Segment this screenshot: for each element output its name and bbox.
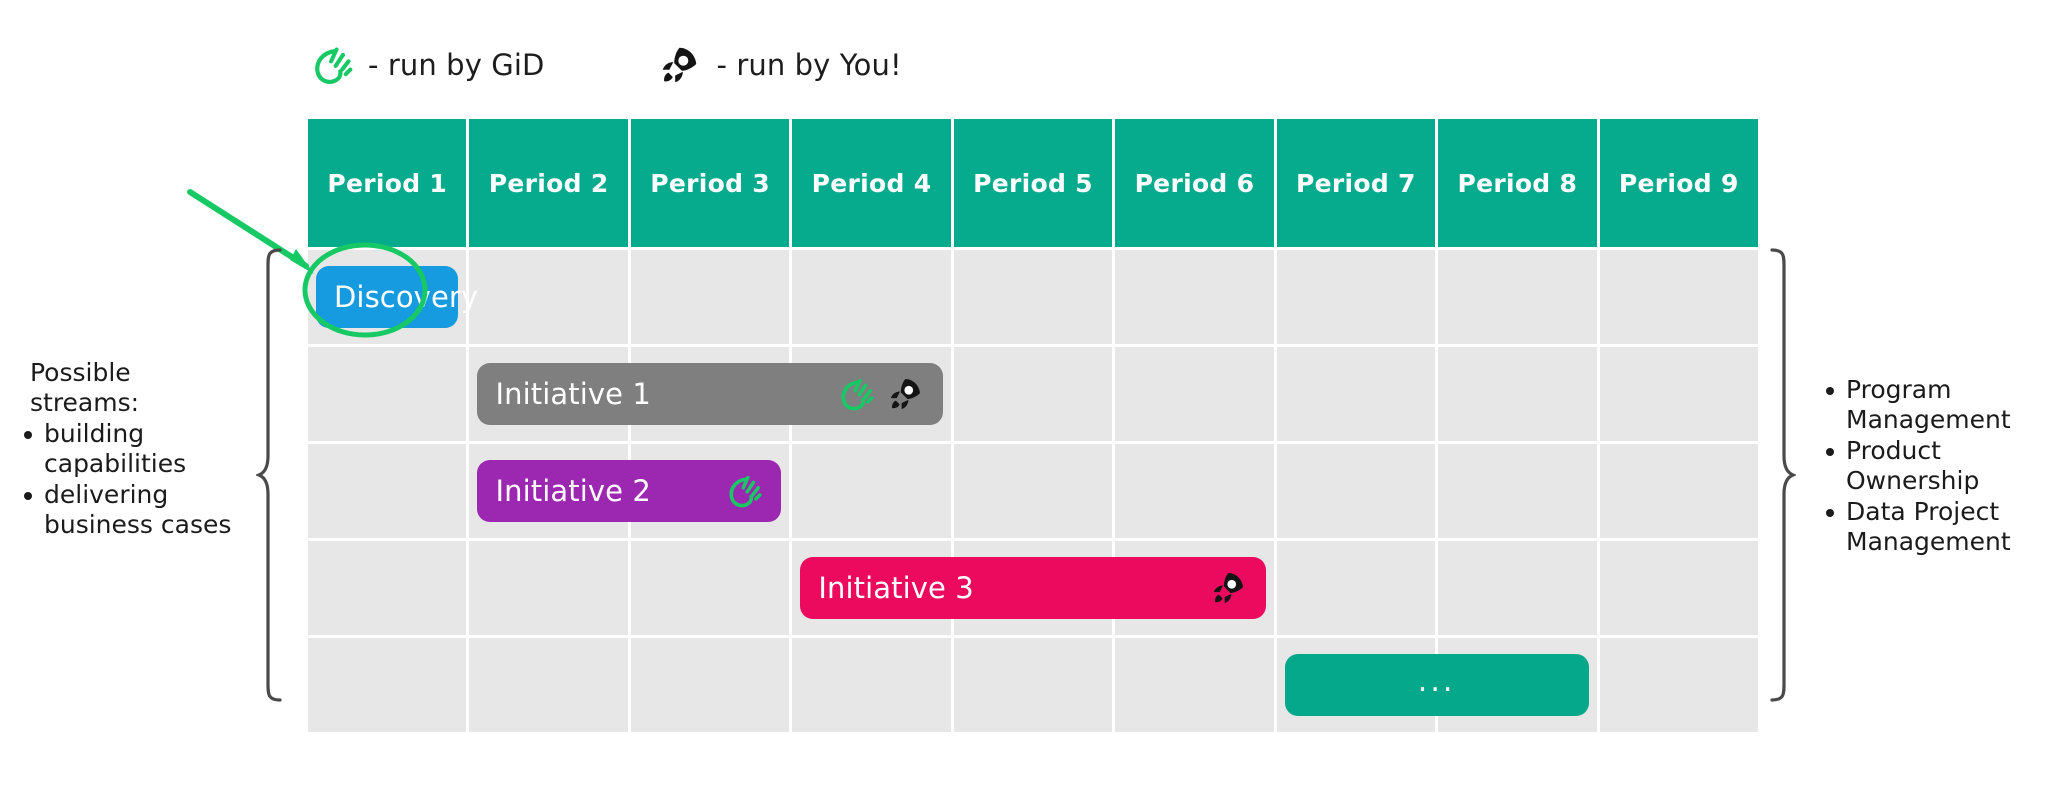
gid-swoosh-icon [725,472,763,510]
period-header-cell: Period 2 [469,119,628,247]
roadmap-body-grid: Discovery Initiative 1 Initiative 2 Initiat… [308,250,1758,732]
initiative-bar[interactable]: Initiative 2 [477,460,782,522]
gid-swoosh-icon [837,375,875,413]
roadmap-cell [469,638,628,732]
legend-item-gid: - run by GiD [310,43,544,87]
period-header-cell: Period 4 [792,119,951,247]
possible-streams-title: Possible streams: [30,358,140,417]
capabilities-note: Program Management Product Ownership Dat… [1820,375,2044,558]
initiative-bar[interactable]: Discovery [316,266,478,328]
period-header-cell: Period 9 [1599,119,1758,247]
roadmap-cell [1438,347,1597,441]
initiative-bar[interactable]: Initiative 1 [477,363,943,425]
roadmap-cell [630,250,790,344]
initiative-bar-label: Discovery [334,280,479,314]
period-header-row: Period 1 Period 2 Period 3 Period 4 Peri… [308,119,1758,247]
roadmap-cell [1599,638,1758,732]
initiative-bar-icons [725,472,781,510]
roadmap-cell [1599,347,1758,441]
roadmap-cell [1276,347,1436,441]
roadmap-cell [308,638,467,732]
roadmap-cell [1276,250,1436,344]
legend-label-you: - run by You! [716,48,902,82]
roadmap-table: Period 1 Period 2 Period 3 Period 4 Peri… [308,119,1758,732]
roadmap-cell [630,638,790,732]
roadmap-cell [1438,444,1597,538]
roadmap-cell [1599,250,1758,344]
roadmap-cell [953,444,1113,538]
roadmap-cell [1115,250,1274,344]
roadmap-cell [1438,541,1597,635]
roadmap-cell [953,347,1113,441]
list-item: Product Ownership [1820,436,2044,495]
legend-label-gid: - run by GiD [368,48,545,82]
initiative-bar-label: Initiative 3 [818,571,974,605]
right-capability-brace [1768,246,1796,704]
list-item: Program Management [1820,375,2044,434]
period-header-cell: Period 5 [953,119,1113,247]
list-item: delivering business cases [18,480,246,539]
initiative-bar-label: Initiative 1 [495,377,651,411]
roadmap-cell [1115,638,1274,732]
period-header-cell: Period 7 [1276,119,1436,247]
roadmap-cell [308,444,467,538]
initiative-bar-icons [1208,568,1266,608]
possible-streams-note: Possible streams: building capabilities … [18,358,246,541]
initiative-bar-icons [837,374,943,414]
roadmap-cell [469,250,628,344]
roadmap-cell [469,541,628,635]
left-stream-brace [256,246,284,704]
list-item: building capabilities [18,419,246,478]
roadmap-cell [792,444,951,538]
roadmap-cell [308,541,467,635]
roadmap-cell [1599,541,1758,635]
roadmap-cell [308,347,467,441]
legend: - run by GiD - run by You! [310,38,902,92]
roadmap-cell [1599,444,1758,538]
legend-item-you: - run by You! [656,42,902,88]
rocket-icon [885,374,925,414]
gid-swoosh-icon [310,43,354,87]
roadmap-cell [792,638,951,732]
list-item: Data Project Management [1820,497,2044,556]
initiative-bar[interactable]: ... [1284,654,1589,716]
period-header-cell: Period 3 [630,119,790,247]
roadmap-cell [1276,541,1436,635]
initiative-bar-label: ... [1417,664,1456,699]
rocket-icon [656,42,702,88]
capabilities-list: Program Management Product Ownership Dat… [1820,375,2044,556]
possible-streams-list: building capabilities delivering busines… [18,419,246,539]
roadmap-cell [1115,444,1274,538]
period-header-cell: Period 1 [308,119,467,247]
roadmap-cell [1276,444,1436,538]
roadmap-cell [1438,250,1597,344]
roadmap-cell [1115,347,1274,441]
roadmap-cell [630,541,790,635]
period-header-cell: Period 8 [1438,119,1597,247]
roadmap-cell [792,250,951,344]
roadmap-cell [953,250,1113,344]
initiative-bar[interactable]: Initiative 3 [800,557,1266,619]
period-header-cell: Period 6 [1115,119,1274,247]
initiative-bar-label: Initiative 2 [495,474,651,508]
rocket-icon [1208,568,1248,608]
roadmap-cell [953,638,1113,732]
